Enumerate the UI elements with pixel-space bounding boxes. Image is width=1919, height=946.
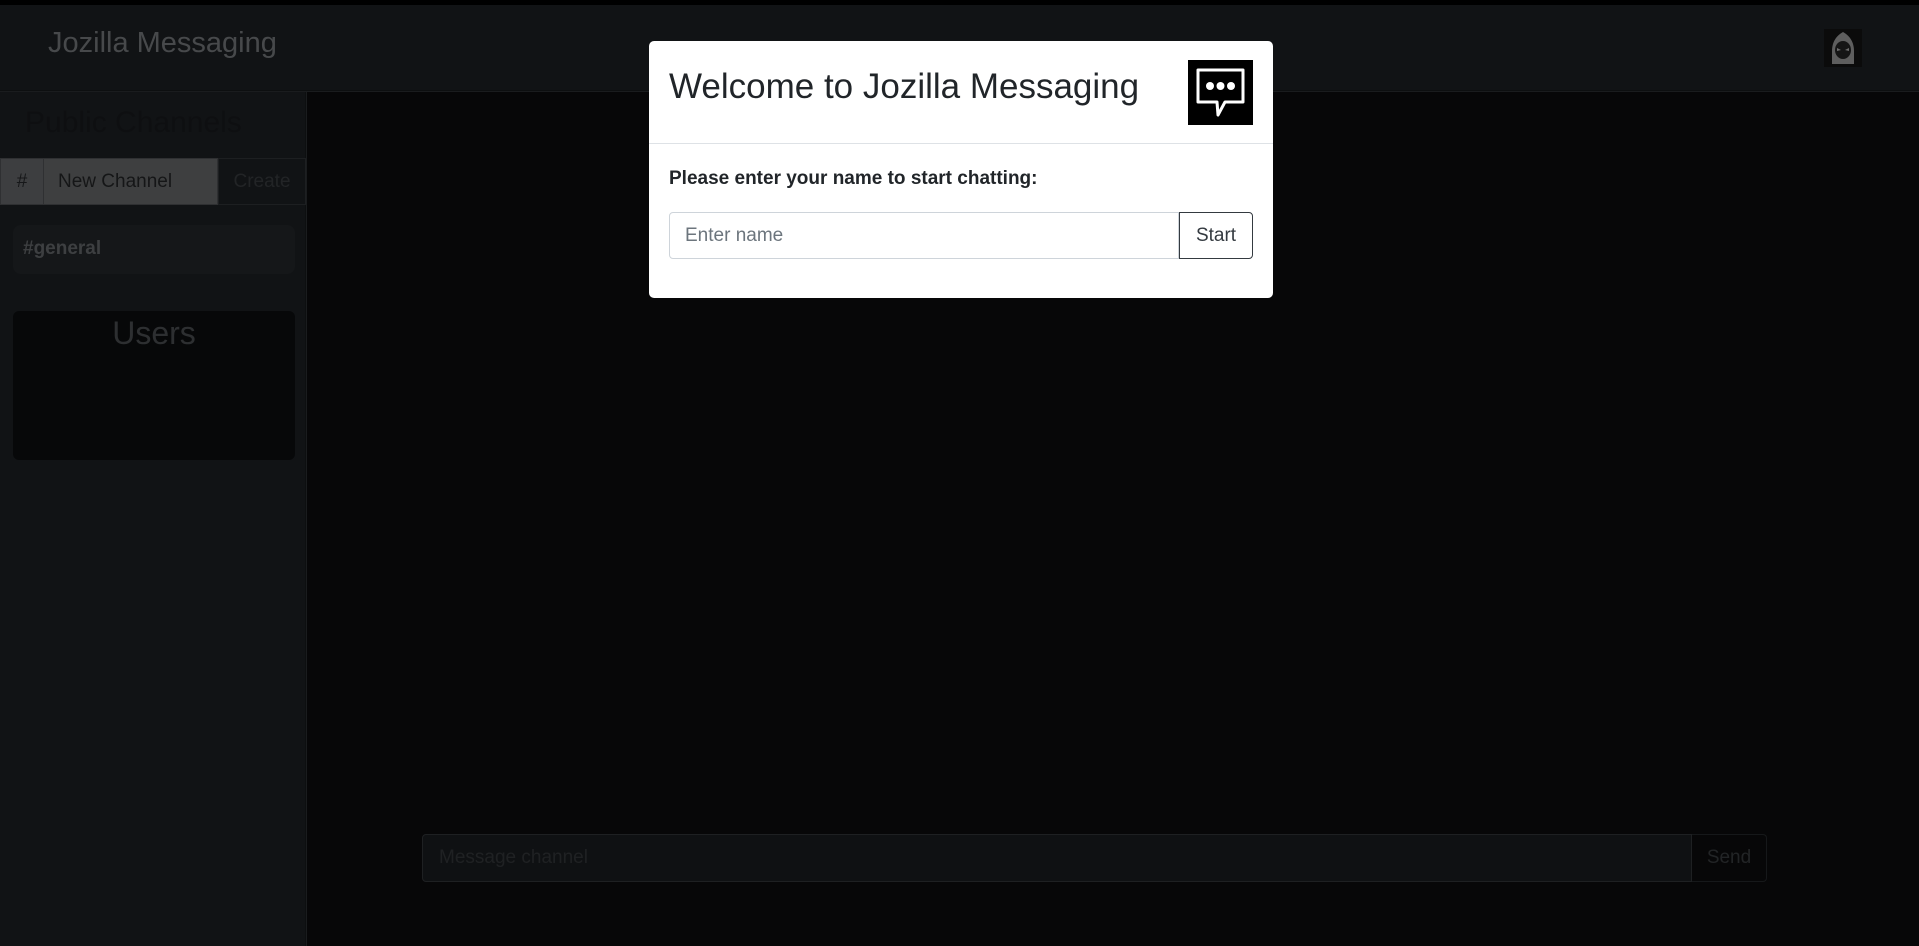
modal-header: Welcome to Jozilla Messaging: [649, 41, 1273, 144]
name-input-group: Start: [669, 212, 1253, 259]
start-button[interactable]: Start: [1179, 212, 1253, 259]
chat-bubble-icon: [1188, 60, 1253, 125]
name-prompt: Please enter your name to start chatting…: [669, 168, 1038, 189]
name-input[interactable]: [669, 212, 1179, 259]
modal-title: Welcome to Jozilla Messaging: [669, 67, 1140, 106]
welcome-modal: Welcome to Jozilla Messaging Please ente…: [649, 41, 1273, 298]
